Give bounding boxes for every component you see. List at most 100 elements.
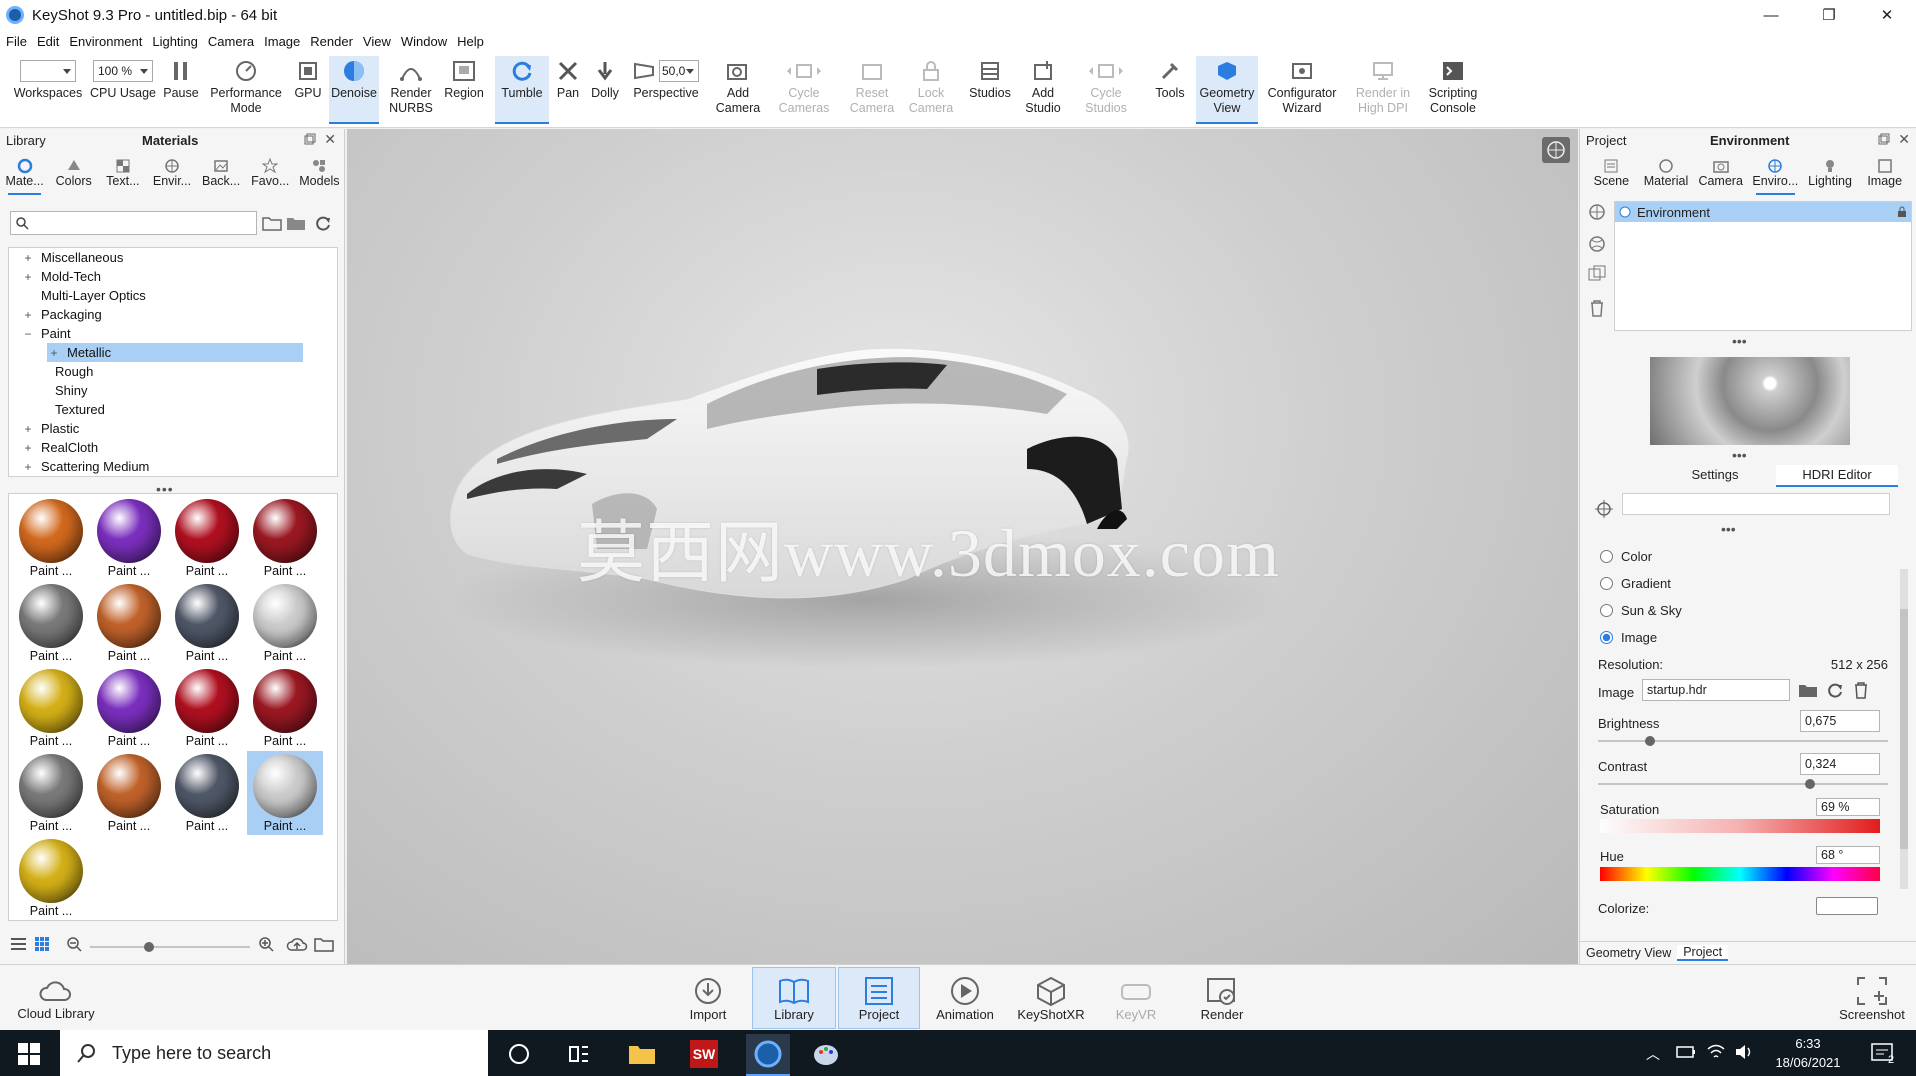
library-button[interactable]: Library bbox=[752, 967, 836, 1029]
tray-expand-icon[interactable]: ︿ bbox=[1646, 1044, 1660, 1064]
project-button[interactable]: Project bbox=[838, 967, 920, 1029]
maximize-button[interactable]: ❐ bbox=[1806, 0, 1852, 30]
expand-toggle-icon[interactable]: + bbox=[21, 460, 35, 474]
cloud-library-button[interactable]: Cloud Library bbox=[14, 967, 98, 1029]
undock-icon[interactable] bbox=[1878, 133, 1890, 145]
tree-item[interactable]: + Metallic bbox=[47, 343, 303, 362]
radio-image[interactable]: Image bbox=[1600, 630, 1657, 645]
performance-mode-button[interactable]: Performance Mode bbox=[206, 56, 286, 124]
cortana-icon[interactable] bbox=[508, 1043, 530, 1065]
reset-camera-button[interactable]: Reset Camera bbox=[844, 56, 900, 124]
tree-item[interactable]: + Scattering Medium bbox=[9, 457, 337, 476]
refresh-icon[interactable] bbox=[314, 214, 332, 232]
paint-icon[interactable] bbox=[812, 1040, 840, 1068]
tumble-button[interactable]: Tumble bbox=[495, 56, 549, 124]
tab-material[interactable]: Material bbox=[1639, 151, 1694, 195]
lock-icon[interactable] bbox=[1897, 206, 1907, 218]
saturation-bar[interactable] bbox=[1600, 819, 1880, 833]
crosshair-icon[interactable] bbox=[1594, 499, 1614, 519]
add-studio-button[interactable]: Add Studio bbox=[1018, 56, 1068, 124]
radio-gradient-circle[interactable] bbox=[1600, 577, 1613, 590]
tree-item[interactable]: + Mold-Tech bbox=[9, 267, 337, 286]
zoom-dropdown[interactable]: 100 % bbox=[93, 60, 153, 82]
material-thumbnail[interactable]: Paint ... bbox=[91, 496, 167, 580]
splitter-handle[interactable]: ••• bbox=[1732, 333, 1747, 349]
expand-toggle-icon[interactable]: + bbox=[21, 441, 35, 455]
menu-file[interactable]: File bbox=[6, 34, 27, 49]
viewport-environment-icon[interactable] bbox=[1542, 137, 1570, 163]
workspaces-button[interactable]: Workspaces bbox=[10, 56, 86, 124]
material-thumbnail[interactable]: Paint ... bbox=[13, 581, 89, 665]
add-camera-button[interactable]: Add Camera bbox=[710, 56, 766, 124]
cloud-upload-icon[interactable] bbox=[286, 935, 308, 953]
expand-toggle-icon[interactable]: + bbox=[21, 422, 35, 436]
trash-icon[interactable] bbox=[1588, 299, 1606, 317]
delete-image-icon[interactable] bbox=[1852, 681, 1870, 699]
project-close-icon[interactable]: ✕ bbox=[1898, 131, 1910, 148]
contrast-slider[interactable] bbox=[1598, 779, 1888, 789]
material-thumbnail[interactable]: Paint ... bbox=[91, 751, 167, 835]
menu-edit[interactable]: Edit bbox=[37, 34, 59, 49]
expand-toggle-icon[interactable]: + bbox=[47, 346, 61, 360]
pin-list[interactable] bbox=[1622, 493, 1890, 515]
tab-scene[interactable]: Scene bbox=[1584, 151, 1639, 195]
tab-favorites[interactable]: Favo... bbox=[246, 151, 295, 195]
tab-environment[interactable]: Enviro... bbox=[1748, 151, 1803, 195]
tab-image[interactable]: Image bbox=[1857, 151, 1912, 195]
tree-item[interactable]: + RealCloth bbox=[9, 438, 337, 457]
library-close-icon[interactable]: ✕ bbox=[324, 131, 336, 148]
menu-help[interactable]: Help bbox=[457, 34, 484, 49]
material-thumbnail[interactable]: Paint ... bbox=[247, 666, 323, 750]
material-thumbnail[interactable]: Paint ... bbox=[13, 666, 89, 750]
hue-field[interactable]: 68 ° bbox=[1816, 846, 1880, 864]
tree-item[interactable]: Rough bbox=[9, 362, 337, 381]
geometry-view-button[interactable]: Geometry View bbox=[1196, 56, 1258, 124]
tab-hdri-editor[interactable]: HDRI Editor bbox=[1776, 465, 1898, 487]
hdri-preview[interactable] bbox=[1650, 357, 1850, 445]
expand-toggle-icon[interactable]: + bbox=[21, 308, 35, 322]
material-thumbnail[interactable]: Paint ... bbox=[169, 666, 245, 750]
tab-environments[interactable]: Envir... bbox=[147, 151, 196, 195]
configurator-wizard-button[interactable]: Configurator Wizard bbox=[1264, 56, 1340, 124]
radio-gradient[interactable]: Gradient bbox=[1600, 576, 1671, 591]
add-environment-icon[interactable] bbox=[1588, 203, 1606, 221]
perspective-field[interactable]: 50,0 bbox=[659, 60, 699, 82]
cycle-cameras-button[interactable]: Cycle Cameras bbox=[774, 56, 834, 124]
tree-item[interactable]: Shiny bbox=[9, 381, 337, 400]
tree-item[interactable]: + Packaging bbox=[9, 305, 337, 324]
radio-color[interactable]: Color bbox=[1600, 549, 1652, 564]
brightness-slider-handle[interactable] bbox=[1645, 736, 1656, 746]
tab-geometry-view[interactable]: Geometry View bbox=[1580, 946, 1677, 960]
tab-materials[interactable]: Mate... bbox=[0, 151, 49, 195]
tree-item[interactable]: + Plastic bbox=[9, 419, 337, 438]
colorize-swatch[interactable] bbox=[1816, 897, 1878, 915]
zoom-out-icon[interactable] bbox=[66, 936, 82, 952]
tab-models[interactable]: Models bbox=[295, 151, 344, 195]
file-explorer-icon[interactable] bbox=[628, 1042, 656, 1066]
radio-sun-sky[interactable]: Sun & Sky bbox=[1600, 603, 1682, 618]
tree-item[interactable]: − Paint bbox=[9, 324, 337, 343]
scripting-console-button[interactable]: Scripting Console bbox=[1420, 56, 1486, 124]
render-viewport[interactable]: 莫西网www.3dmox.com bbox=[347, 129, 1578, 964]
brightness-slider[interactable] bbox=[1598, 736, 1888, 746]
material-thumbnail[interactable]: Paint ... bbox=[169, 751, 245, 835]
menu-window[interactable]: Window bbox=[401, 34, 447, 49]
grid-view-icon[interactable] bbox=[34, 936, 50, 952]
render-nurbs-button[interactable]: Render NURBS bbox=[385, 56, 437, 124]
tab-lighting[interactable]: Lighting bbox=[1803, 151, 1858, 195]
tab-project[interactable]: Project bbox=[1677, 944, 1729, 961]
tree-item[interactable]: Textured bbox=[9, 400, 337, 419]
radio-sun-sky-circle[interactable] bbox=[1600, 604, 1613, 617]
material-thumbnail[interactable]: Paint ... bbox=[169, 496, 245, 580]
minimize-button[interactable]: — bbox=[1748, 0, 1794, 30]
animation-button[interactable]: Animation bbox=[930, 967, 1000, 1029]
cycle-studios-button[interactable]: Cycle Studios bbox=[1076, 56, 1136, 124]
folder-add-icon[interactable] bbox=[314, 935, 336, 953]
denoise-button[interactable]: Denoise bbox=[329, 56, 379, 124]
thumbnail-size-slider[interactable] bbox=[90, 942, 250, 952]
windows-start-icon[interactable] bbox=[18, 1043, 40, 1065]
image-file-field[interactable]: startup.hdr bbox=[1642, 679, 1790, 701]
library-search-input[interactable] bbox=[10, 211, 257, 235]
radio-image-circle[interactable] bbox=[1600, 631, 1613, 644]
import-folder-icon[interactable] bbox=[262, 214, 282, 232]
